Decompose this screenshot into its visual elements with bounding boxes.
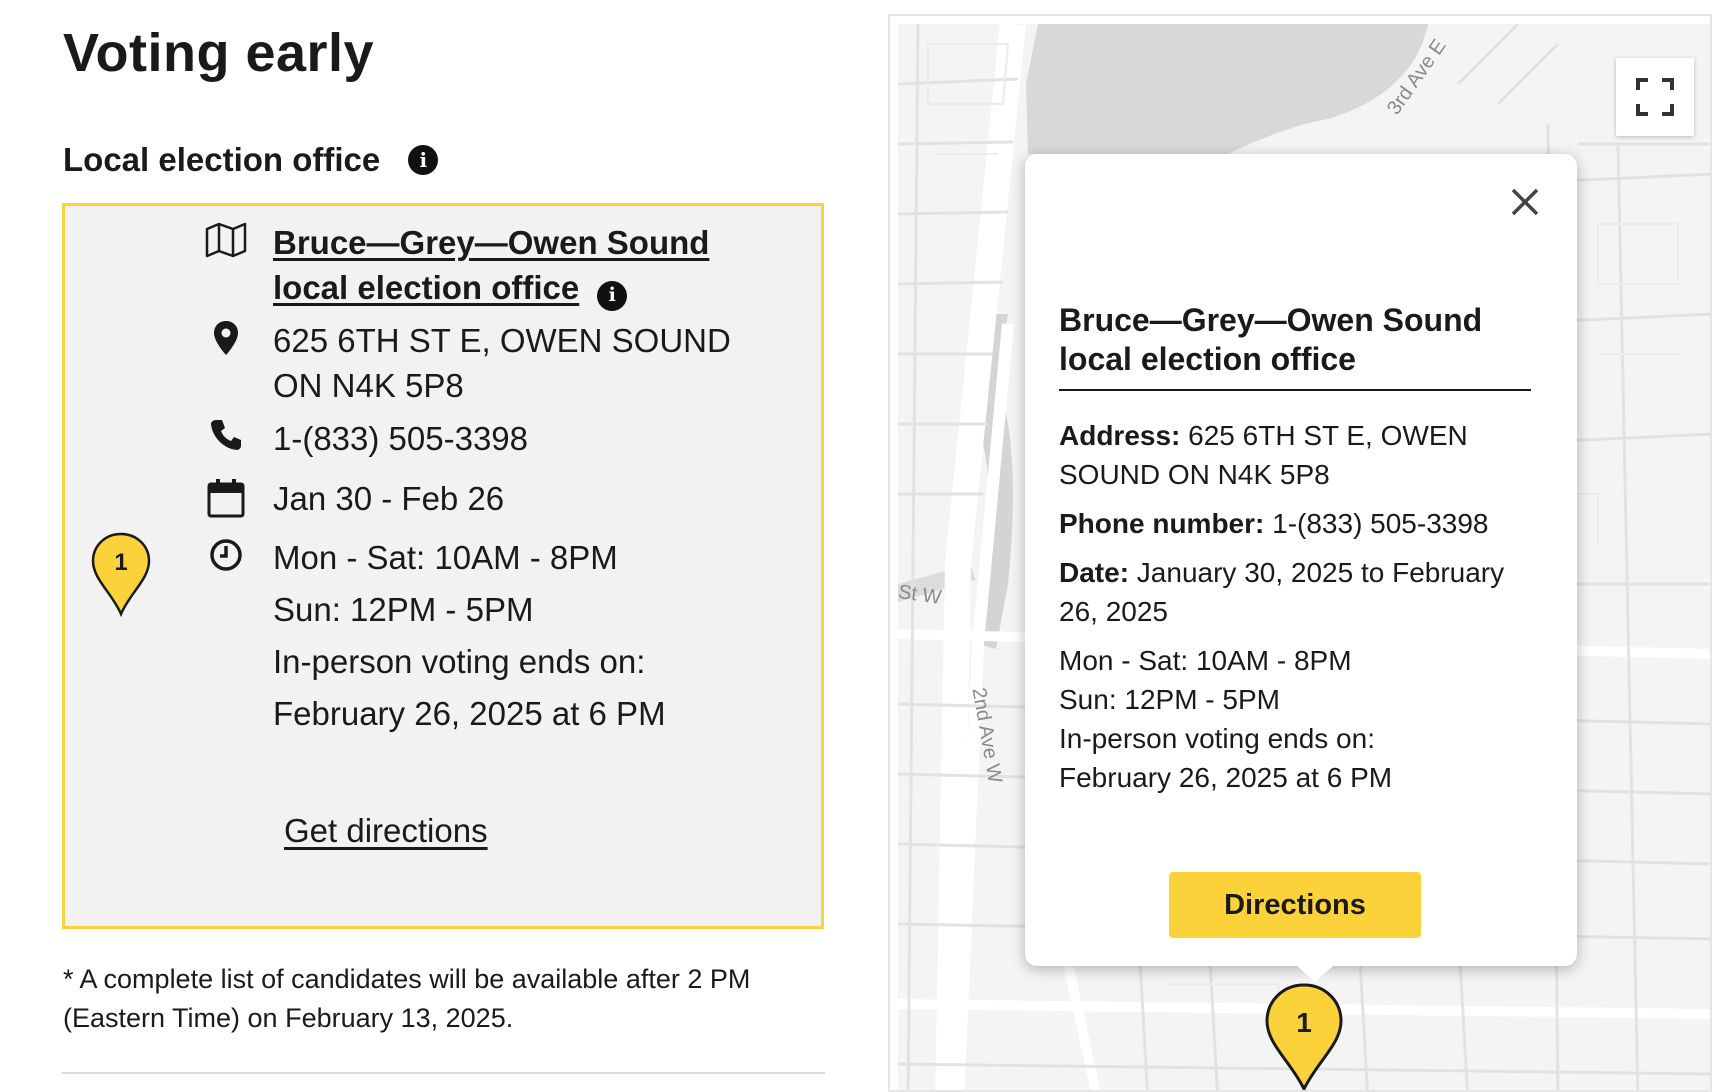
popup-address: Address: 625 6TH ST E, OWEN SOUND ON N4K…	[1059, 416, 1531, 494]
office-name-link[interactable]: Bruce—Grey—Owen Sound local election off…	[273, 224, 709, 306]
popup-date-label: Date:	[1059, 557, 1130, 588]
popup-address-label: Address:	[1059, 420, 1181, 451]
hours-sunday: Sun: 12PM - 5PM	[273, 591, 534, 628]
map-icon	[203, 220, 249, 311]
office-popup: Bruce—Grey—Owen Sound local election off…	[1025, 154, 1577, 982]
hours-weekday: Mon - Sat: 10AM - 8PM	[273, 539, 618, 576]
address-line1: 625 6TH ST E, OWEN SOUND	[273, 322, 731, 359]
directions-button[interactable]: Directions	[1169, 872, 1421, 938]
phone-icon	[203, 416, 249, 461]
office-name-row: Bruce—Grey—Owen Sound local election off…	[203, 220, 743, 311]
office-card: 1 Bruce—Grey—Owen Sound local election o…	[62, 203, 824, 929]
hours-row: Mon - Sat: 10AM - 8PM Sun: 12PM - 5PM In…	[203, 536, 666, 740]
divider	[62, 1072, 825, 1074]
info-icon[interactable]: i	[597, 280, 628, 311]
section-heading-label: Local election office	[63, 141, 381, 178]
popup-body: Address: 625 6TH ST E, OWEN SOUND ON N4K…	[1059, 416, 1531, 797]
candidates-footnote: * A complete list of candidates will be …	[63, 964, 751, 1033]
close-button[interactable]	[1505, 182, 1545, 222]
map-marker-icon[interactable]: 1	[1264, 982, 1344, 1092]
left-column: Voting early Local election office i 1 B…	[0, 0, 880, 1092]
popup-divider	[1059, 389, 1531, 391]
location-pin-icon	[203, 318, 249, 408]
popup-title: Bruce—Grey—Owen Sound local election off…	[1059, 302, 1483, 377]
section-heading: Local election office i	[63, 138, 439, 182]
popup-voting-ends-label: In-person voting ends on:	[1059, 723, 1375, 754]
popup-hours-weekday: Mon - Sat: 10AM - 8PM	[1059, 645, 1352, 676]
dates-row: Jan 30 - Feb 26	[203, 476, 504, 521]
office-name: Bruce—Grey—Owen Sound local election off…	[273, 224, 710, 306]
page-title: Voting early	[63, 23, 375, 83]
info-icon[interactable]: i	[408, 145, 439, 175]
map-marker-icon[interactable]: 1	[90, 531, 152, 617]
popup-hours: Mon - Sat: 10AM - 8PM Sun: 12PM - 5PM In…	[1059, 641, 1531, 797]
fullscreen-button[interactable]	[1616, 58, 1694, 136]
popup-voting-ends-date: February 26, 2025 at 6 PM	[1059, 762, 1393, 793]
clock-icon	[203, 536, 249, 740]
get-directions-link[interactable]: Get directions	[284, 812, 488, 850]
popup-date: Date: January 30, 2025 to February 26, 2…	[1059, 553, 1531, 631]
popup-phone-label: Phone number:	[1059, 508, 1265, 539]
address-line2: ON N4K 5P8	[273, 367, 464, 404]
popup-hours-sunday: Sun: 12PM - 5PM	[1059, 684, 1280, 715]
map[interactable]: 3rd Ave E St W 2nd Ave W Bruce—Grey—Owen…	[898, 24, 1710, 1092]
phone-number: 1-(833) 505-3398	[273, 420, 529, 457]
card-marker-number: 1	[114, 549, 127, 576]
voting-ends-date: February 26, 2025 at 6 PM	[273, 695, 666, 732]
dates: Jan 30 - Feb 26	[273, 480, 505, 517]
popup-tip	[1295, 964, 1335, 982]
address-row: 625 6TH ST E, OWEN SOUND ON N4K 5P8	[203, 318, 731, 408]
popup-phone: Phone number: 1-(833) 505-3398	[1059, 504, 1531, 543]
fullscreen-icon	[1636, 78, 1674, 116]
voting-ends-label: In-person voting ends on:	[273, 643, 646, 680]
map-frame: 3rd Ave E St W 2nd Ave W Bruce—Grey—Owen…	[888, 14, 1712, 1092]
calendar-icon	[203, 476, 249, 521]
close-icon	[1511, 188, 1539, 216]
popup-phone-value: 1-(833) 505-3398	[1272, 508, 1489, 539]
phone-row: 1-(833) 505-3398	[203, 416, 528, 461]
map-marker-number: 1	[1296, 1007, 1312, 1038]
